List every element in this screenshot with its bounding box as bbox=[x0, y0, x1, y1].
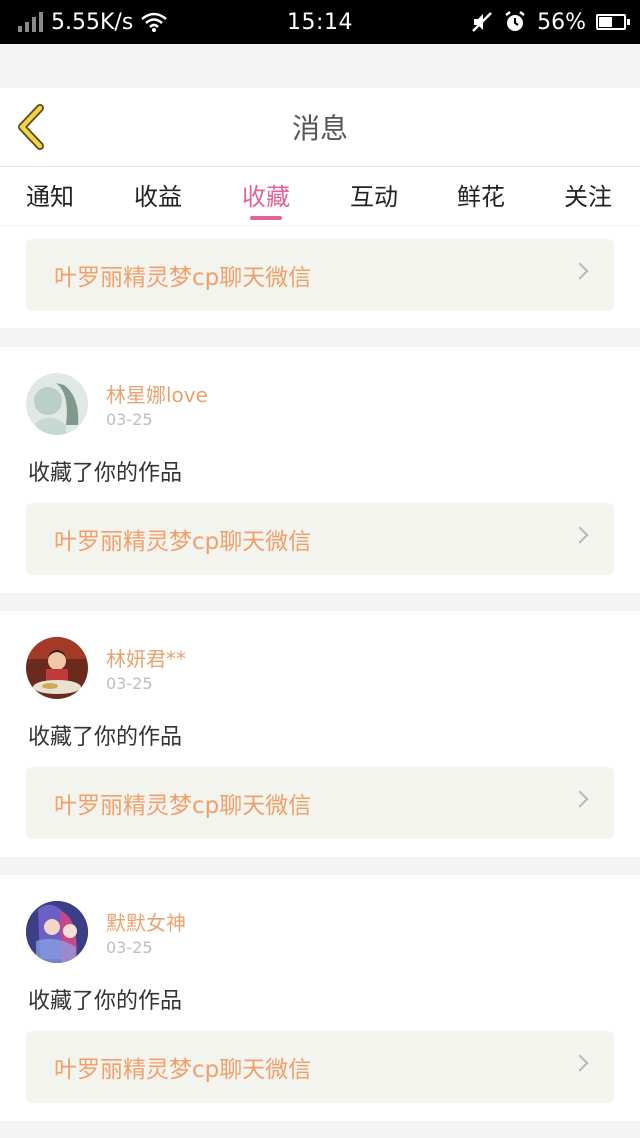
action-text: 收藏了你的作品 bbox=[28, 725, 183, 750]
tab-flowers[interactable]: 鲜花 bbox=[431, 167, 531, 225]
date: 03-25 bbox=[106, 674, 153, 693]
header-bar: 消息 bbox=[0, 88, 640, 167]
chevron-right-icon bbox=[571, 1054, 589, 1072]
work-link[interactable]: 叶罗丽精灵梦cp聊天微信 bbox=[26, 503, 614, 575]
avatar[interactable] bbox=[26, 901, 88, 963]
alarm-icon bbox=[505, 11, 525, 31]
chevron-right-icon bbox=[571, 262, 589, 280]
work-title: 叶罗丽精灵梦cp聊天微信 bbox=[54, 793, 312, 819]
work-title: 叶罗丽精灵梦cp聊天微信 bbox=[54, 529, 312, 555]
status-bar: 5.55K/s 15:14 56% bbox=[0, 0, 640, 44]
chevron-right-icon bbox=[571, 526, 589, 544]
battery-icon bbox=[596, 14, 630, 30]
battery-percent: 56% bbox=[537, 9, 586, 35]
user-name[interactable]: 默默女神 bbox=[106, 907, 186, 936]
work-link[interactable]: 叶罗丽精灵梦cp聊天微信 bbox=[26, 239, 614, 311]
work-title: 叶罗丽精灵梦cp聊天微信 bbox=[54, 1057, 312, 1083]
work-link[interactable]: 叶罗丽精灵梦cp聊天微信 bbox=[26, 1031, 614, 1103]
status-right: 56% bbox=[471, 0, 630, 44]
page-title: 消息 bbox=[291, 112, 348, 145]
tab-following[interactable]: 关注 bbox=[538, 167, 638, 225]
chevron-right-icon bbox=[571, 790, 589, 808]
date: 03-25 bbox=[106, 410, 153, 429]
favorite-item: 林星娜love 03-25 收藏了你的作品 叶罗丽精灵梦cp聊天微信 bbox=[0, 347, 640, 593]
action-text: 收藏了你的作品 bbox=[28, 989, 183, 1014]
favorite-item: 默默女神 03-25 收藏了你的作品 叶罗丽精灵梦cp聊天微信 bbox=[0, 875, 640, 1121]
avatar[interactable] bbox=[26, 637, 88, 699]
action-text: 收藏了你的作品 bbox=[28, 461, 183, 486]
top-spacer bbox=[0, 44, 640, 88]
favorite-item: 林妍君** 03-25 收藏了你的作品 叶罗丽精灵梦cp聊天微信 bbox=[0, 611, 640, 857]
tab-earnings[interactable]: 收益 bbox=[108, 167, 208, 225]
avatar[interactable] bbox=[26, 373, 88, 435]
mute-icon bbox=[472, 12, 492, 32]
date: 03-25 bbox=[106, 938, 153, 957]
tab-notifications[interactable]: 通知 bbox=[0, 167, 100, 225]
active-tab-indicator bbox=[250, 216, 282, 220]
work-title: 叶罗丽精灵梦cp聊天微信 bbox=[54, 265, 312, 291]
favorite-item: 叶罗丽精灵梦cp聊天微信 bbox=[0, 226, 640, 328]
user-name[interactable]: 林星娜love bbox=[106, 379, 208, 408]
tab-bar: 通知 收益 收藏 互动 鲜花 关注 bbox=[0, 167, 640, 225]
work-link[interactable]: 叶罗丽精灵梦cp聊天微信 bbox=[26, 767, 614, 839]
user-name[interactable]: 林妍君** bbox=[106, 643, 186, 672]
tab-interactions[interactable]: 互动 bbox=[324, 167, 424, 225]
